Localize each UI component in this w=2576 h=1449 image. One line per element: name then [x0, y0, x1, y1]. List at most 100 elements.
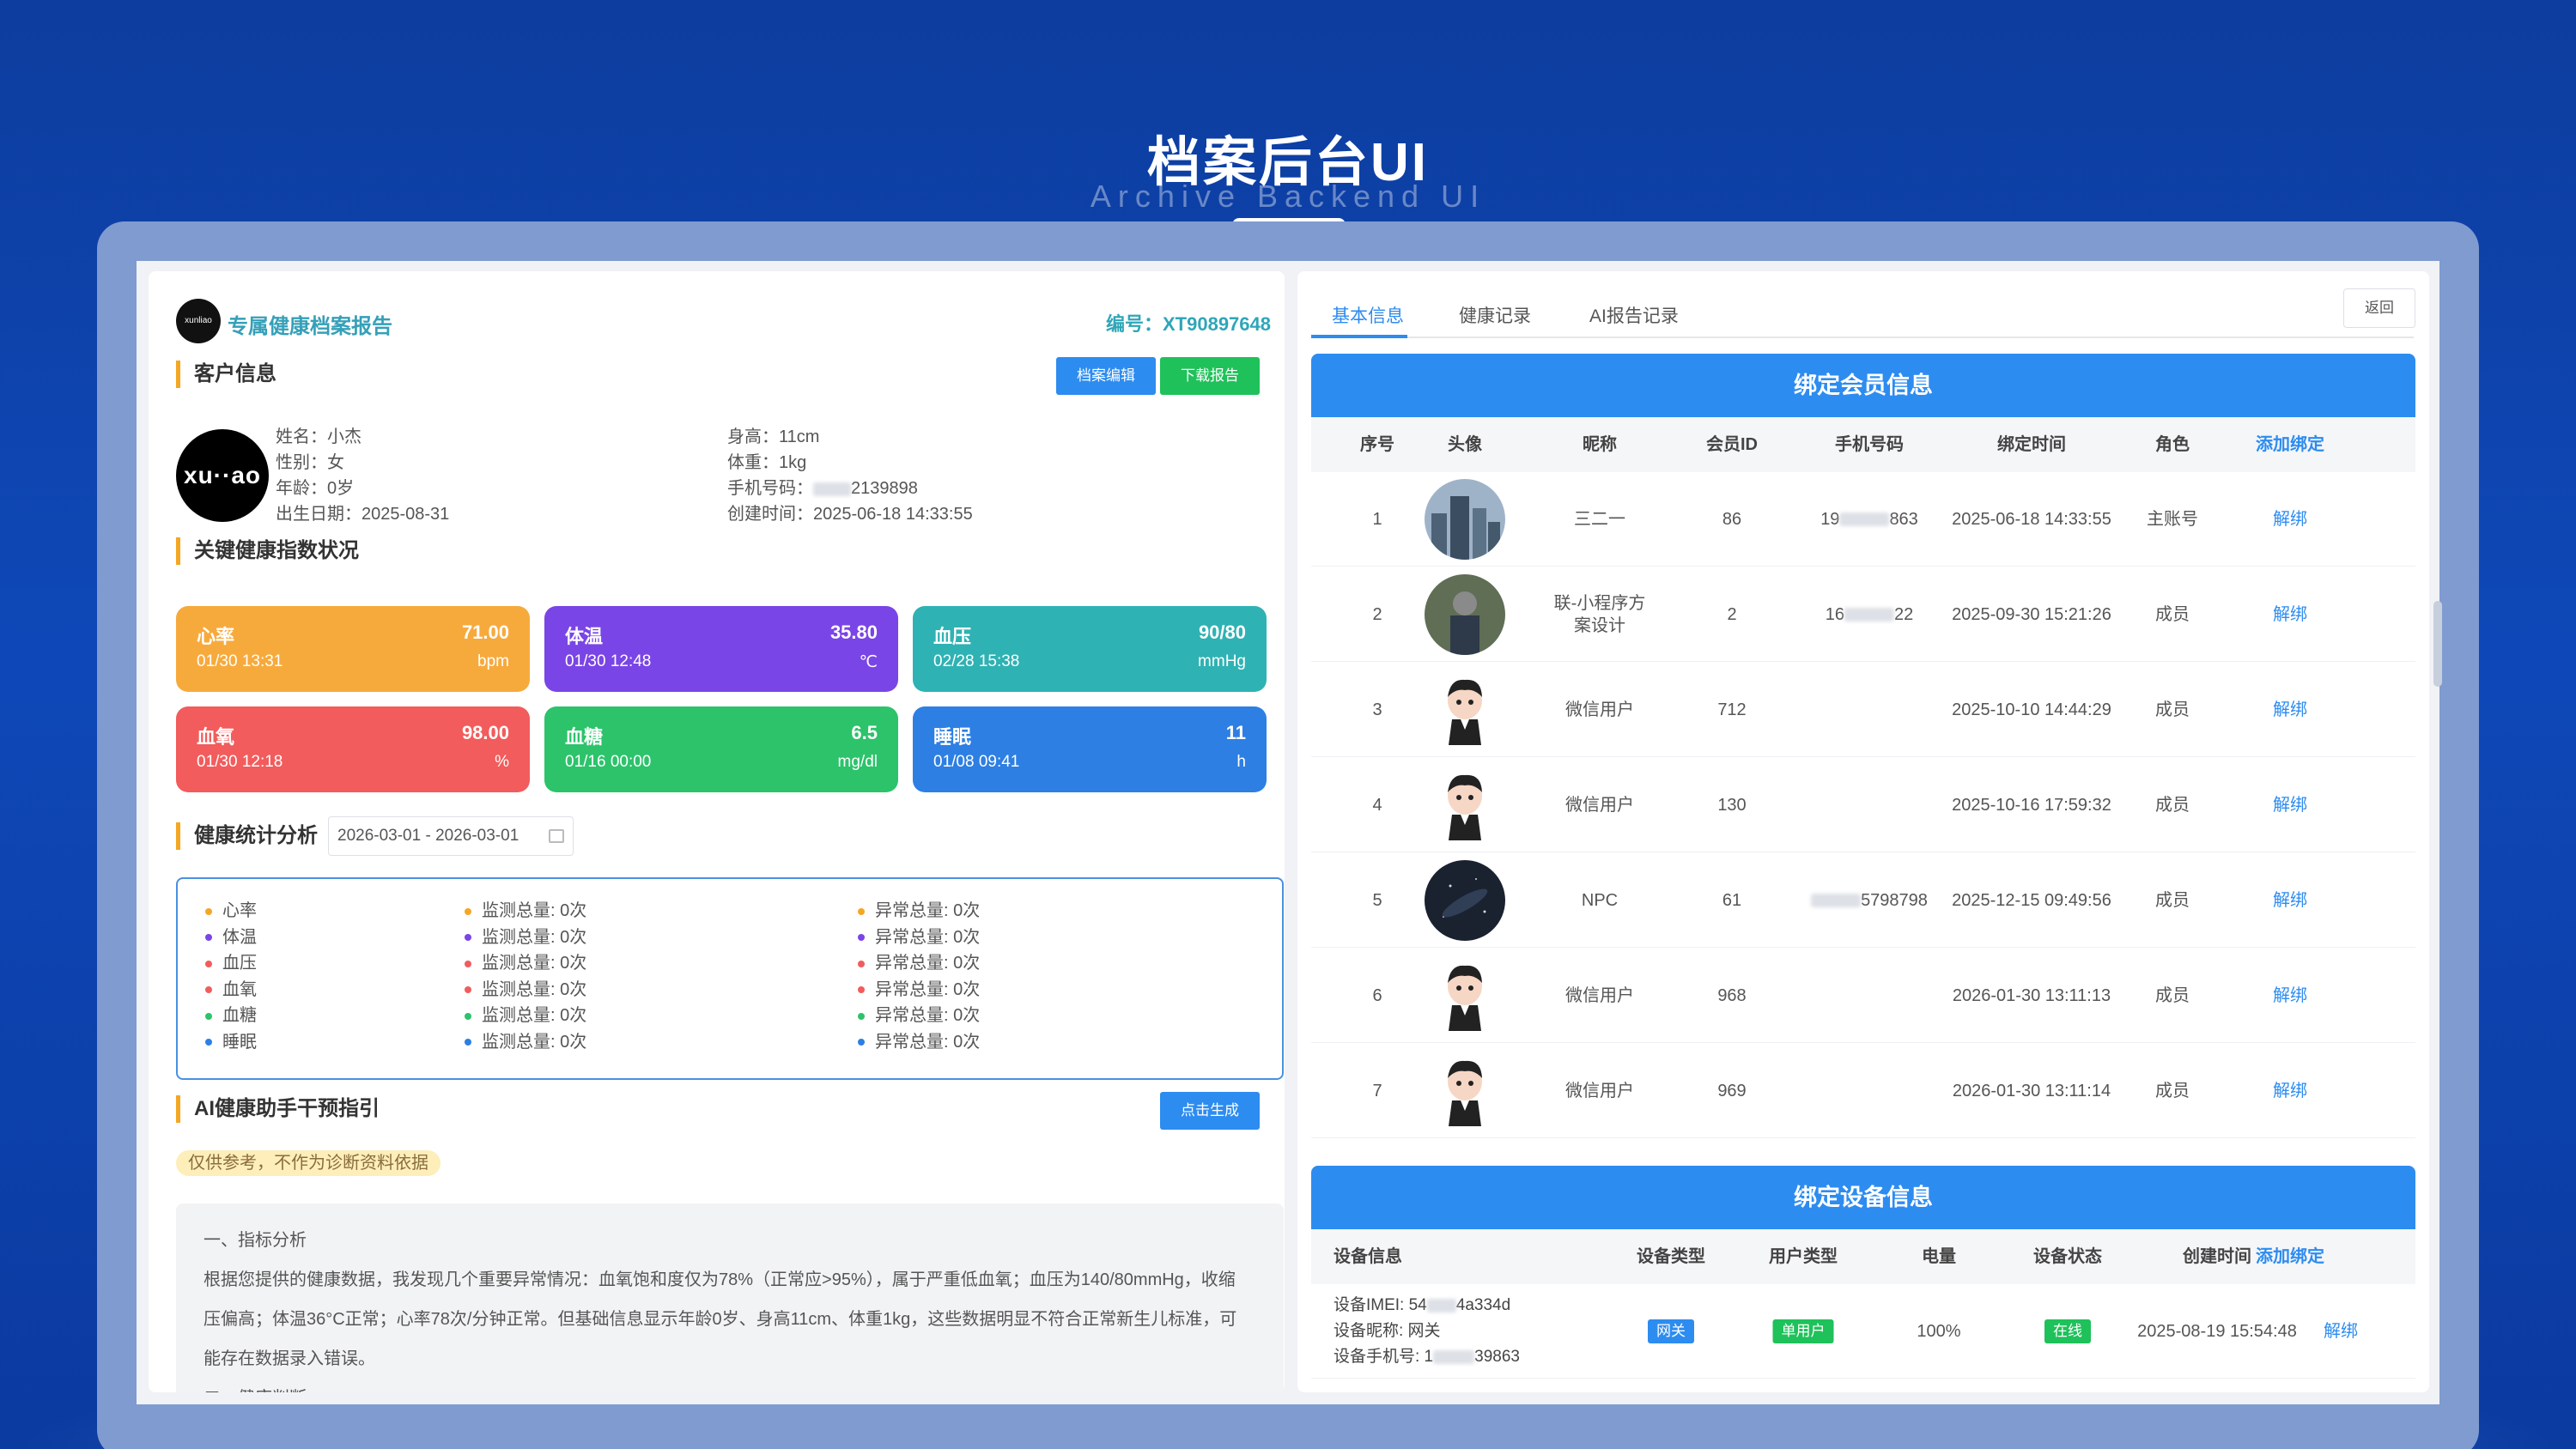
member-avatar — [1425, 949, 1505, 1043]
device-table-title: 绑定设备信息 — [1311, 1166, 2415, 1229]
add-member-link[interactable]: 添加绑定 — [2256, 417, 2324, 472]
indicator-card[interactable]: 睡眠 11 01/08 09:41 h — [913, 706, 1267, 792]
member-col-header: 会员ID — [1706, 435, 1758, 454]
member-nickname: 三二一 — [1574, 510, 1625, 529]
member-avatar — [1425, 567, 1505, 662]
stat-abnormal: 异常总量: 0次 — [858, 925, 980, 950]
generate-ai-button[interactable]: 点击生成 — [1160, 1092, 1260, 1130]
member-avatar — [1425, 758, 1505, 852]
member-avatar — [1425, 663, 1505, 757]
customer-info-left: 姓名：小杰 性别：女 年龄：0岁 出生日期：2025-08-31 — [276, 424, 449, 527]
stat-abnormal: 异常总量: 0次 — [858, 898, 980, 924]
avatar-image — [1425, 1051, 1505, 1131]
add-device-link[interactable]: 添加绑定 — [2256, 1229, 2324, 1284]
stat-total: 监测总量: 0次 — [465, 925, 586, 950]
indicator-card[interactable]: 心率 71.00 01/30 13:31 bpm — [176, 606, 530, 692]
download-report-button[interactable]: 下载报告 — [1160, 357, 1260, 395]
indicator-name: 血压 — [933, 626, 972, 647]
battery-level: 100% — [1917, 1322, 1961, 1341]
masked-text — [1811, 894, 1862, 907]
indicator-card[interactable]: 血压 90/80 02/28 15:38 mmHg — [913, 606, 1267, 692]
device-col-header: 电量 — [1922, 1247, 1956, 1266]
date-range-picker[interactable]: 2026-03-01 - 2026-03-01 — [328, 816, 574, 856]
customer-created: 创建时间：2025-06-18 14:33:55 — [727, 505, 973, 524]
scrollbar[interactable] — [2433, 601, 2442, 687]
device-info: 设备IMEI: 54 4a334d 设备昵称: 网关 设备手机号: 1 39863 — [1334, 1296, 1520, 1366]
member-row: 3 微信用户 712 2025-10-10 14:44:29 成员 解绑 — [1311, 663, 2415, 757]
stats-section-title: 健康统计分析 — [176, 822, 318, 850]
member-no: 7 — [1372, 1082, 1382, 1100]
stat-name: 体温 — [205, 925, 257, 950]
stat-name: 心率 — [205, 898, 257, 924]
avatar-image — [1425, 574, 1505, 655]
device-created-time: 2025-08-19 15:54:48 — [2137, 1322, 2297, 1341]
back-button[interactable]: 返回 — [2343, 288, 2415, 328]
indicator-card[interactable]: 血氧 98.00 01/30 12:18% — [176, 706, 530, 792]
edit-archive-button[interactable]: 档案编辑 — [1056, 357, 1156, 395]
indicator-card[interactable]: 血糖 6.5 01/16 00:00 mg/dl — [544, 706, 898, 792]
member-no: 2 — [1372, 605, 1382, 624]
legend-dot — [205, 986, 212, 994]
ai-line: 根据您提供的健康数据，我发现几个重要异常情况：血氧饱和度仅为78%（正常应>95… — [204, 1270, 1236, 1289]
member-col-header: 昵称 — [1583, 435, 1617, 454]
member-nickname: 微信用户 — [1565, 796, 1634, 815]
indicator-value: 90/80 — [1198, 621, 1246, 643]
tab-basic-info[interactable]: 基本信息 — [1332, 302, 1404, 328]
unbind-device-link[interactable]: 解绑 — [2324, 1284, 2358, 1379]
masked-text — [1426, 1298, 1456, 1313]
member-id: 61 — [1722, 891, 1742, 910]
member-nickname: 微信用户 — [1565, 986, 1634, 1005]
legend-dot — [205, 960, 212, 967]
brand-logo: xunliao — [176, 299, 221, 343]
member-id: 969 — [1717, 1082, 1747, 1100]
member-id: 968 — [1717, 986, 1747, 1005]
app-screen: xunliao 专属健康档案报告 编号：XT90897648 客户信息 档案编辑… — [137, 261, 2439, 1404]
member-role: 成员 — [2155, 1082, 2190, 1100]
indicator-name: 体温 — [565, 626, 604, 647]
member-id: 86 — [1722, 510, 1742, 529]
ai-heading: 一、指标分析 — [204, 1231, 307, 1250]
device-col-header: 用户类型 — [1769, 1247, 1838, 1266]
report-number: 编号：XT90897648 — [1106, 313, 1271, 335]
avatar-image — [1425, 860, 1505, 941]
device-col-header: 设备状态 — [2033, 1247, 2102, 1266]
unbind-member-link[interactable]: 解绑 — [2273, 567, 2307, 662]
customer-avatar: xu··ao — [176, 429, 269, 522]
ai-line: 二、健康判断 — [204, 1379, 1256, 1392]
unbind-member-link[interactable]: 解绑 — [2273, 758, 2307, 852]
customer-phone: 手机号码： 2139898 — [727, 479, 918, 498]
member-avatar — [1425, 853, 1505, 948]
member-bind-time: 2025-10-10 14:44:29 — [1952, 700, 2111, 719]
tab-ai-reports[interactable]: AI报告记录 — [1589, 302, 1679, 328]
indicator-unit: ℃ — [859, 653, 878, 671]
member-avatar — [1425, 472, 1505, 567]
indicator-unit: bpm — [477, 652, 509, 670]
indicator-name: 血氧 — [197, 726, 235, 748]
device-col-header: 创建时间 — [2183, 1247, 2251, 1266]
stats-box: 心率 监测总量: 0次 异常总量: 0次 体温 监测总量: 0次 异常总量: 0次 血压 监测… — [176, 877, 1284, 1080]
member-table-header: 序号 头像 昵称 会员ID 手机号码 绑定时间 角色 添加绑定 — [1311, 417, 2415, 472]
unbind-member-link[interactable]: 解绑 — [2273, 949, 2307, 1043]
member-bind-time: 2026-01-30 13:11:13 — [1952, 986, 2111, 1005]
member-row: 6 微信用户 968 2026-01-30 13:11:13 成员 解绑 — [1311, 949, 2415, 1043]
member-role: 成员 — [2155, 986, 2190, 1005]
unbind-member-link[interactable]: 解绑 — [2273, 663, 2307, 757]
indicator-date: 01/08 09:41 — [933, 753, 1020, 771]
ai-section-title: AI健康助手干预指引 — [176, 1095, 380, 1123]
member-avatar — [1425, 1044, 1505, 1138]
tab-health-records[interactable]: 健康记录 — [1459, 302, 1531, 328]
stat-total: 监测总量: 0次 — [465, 898, 586, 924]
indicator-card[interactable]: 体温 35.80 01/30 12:48 ℃ — [544, 606, 898, 692]
indicator-value: 35.80 — [829, 621, 878, 643]
member-bind-time: 2025-10-16 17:59:32 — [1952, 796, 2111, 815]
customer-name: 姓名：小杰 — [276, 427, 361, 446]
unbind-member-link[interactable]: 解绑 — [2273, 472, 2307, 567]
member-col-header: 手机号码 — [1835, 435, 1904, 454]
ai-analysis-text: 一、指标分析 根据您提供的健康数据，我发现几个重要异常情况：血氧饱和度仅为78%… — [176, 1203, 1284, 1392]
masked-text — [1839, 512, 1890, 526]
device-type-tag: 网关 — [1648, 1319, 1694, 1343]
unbind-member-link[interactable]: 解绑 — [2273, 1044, 2307, 1138]
legend-dot — [465, 907, 471, 915]
unbind-member-link[interactable]: 解绑 — [2273, 853, 2307, 948]
customer-info-right: 身高：11cm 体重：1kg 手机号码： 2139898 创建时间：2025-06… — [727, 424, 973, 527]
